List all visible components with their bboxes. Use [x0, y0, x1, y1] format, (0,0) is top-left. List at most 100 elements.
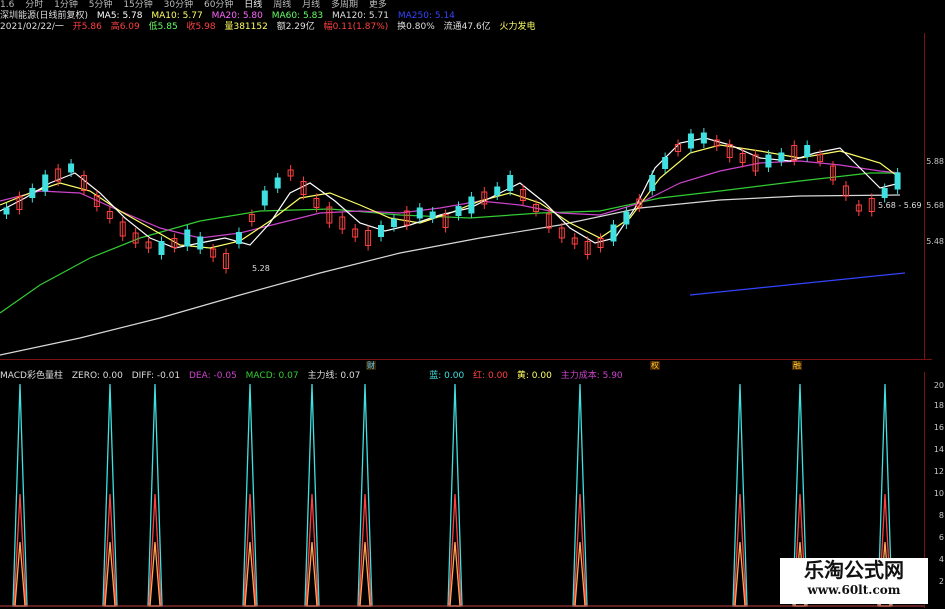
ma5-line	[0, 137, 901, 249]
quote-low: 低5.85	[148, 22, 178, 32]
toolbar-item-15min[interactable]: 15分钟	[123, 0, 152, 10]
candle-body	[274, 177, 281, 189]
lower-tick: 12	[933, 467, 944, 476]
lower-tick: 16	[933, 423, 944, 432]
macd-macd: MACD: 0.07	[245, 371, 299, 381]
quote-sector: 火力发电	[499, 22, 536, 32]
macd-yellow: 黄: 0.00	[516, 371, 552, 381]
toolbar-item-weekly[interactable]: 周线	[273, 0, 291, 10]
quote-turnover: 换0.80%	[397, 22, 435, 32]
toolbar-item-60min[interactable]: 60分钟	[204, 0, 233, 10]
macd-title[interactable]: MACD彩色量柱	[0, 371, 63, 381]
candle-body	[68, 163, 75, 173]
quote-float: 流通47.6亿	[443, 22, 491, 32]
range-price-label: 5.68 - 5.69	[878, 201, 922, 210]
ma250-line	[689, 272, 906, 296]
lower-tick: 20	[933, 381, 944, 390]
candle-body	[804, 145, 811, 157]
candle-body	[158, 241, 165, 255]
candle-body	[700, 132, 707, 144]
watermark-box: 乐淘公式网 www.60lt.com	[780, 558, 928, 604]
lower-tick: 18	[933, 401, 944, 410]
candle-body	[687, 133, 694, 149]
macd-diff: DIFF: -0.01	[131, 371, 181, 381]
ma20-value: MA20: 5.80	[211, 11, 263, 21]
candle-body	[378, 225, 385, 237]
spikes-group	[12, 383, 893, 607]
candle-body	[494, 186, 501, 196]
toolbar-item-daily[interactable]: 日线	[244, 0, 262, 10]
ma250-value: MA250: 5.14	[397, 11, 455, 21]
upper-tick: 5.68	[926, 201, 944, 210]
lower-tick: 14	[933, 445, 944, 454]
lower-tick: 10	[933, 489, 944, 498]
candle-body	[390, 219, 397, 227]
macd-blue: 蓝: 0.00	[429, 371, 465, 381]
low-price-label: 5.28	[252, 264, 270, 273]
quote-high: 高6.09	[110, 22, 140, 32]
watermark-url: www.60lt.com	[807, 583, 901, 597]
quote-open: 开5.86	[72, 22, 102, 32]
candle-body	[3, 207, 10, 215]
toolbar-item-timeshare[interactable]: 分时	[25, 0, 43, 10]
price-info-bar: 深圳能源(日线前复权) MA5: 5.78 MA10: 5.77 MA20: 5…	[0, 11, 461, 22]
toolbar-item-1min[interactable]: 1分钟	[54, 0, 78, 10]
lower-tick: 8	[938, 511, 944, 520]
quote-volume: 量381152	[224, 22, 268, 32]
candle-body	[184, 229, 191, 247]
lower-tick: 6	[938, 533, 944, 542]
candle-body	[623, 211, 630, 225]
candle-body	[261, 190, 268, 206]
candle-body	[778, 152, 785, 162]
quote-amount: 额2.29亿	[276, 22, 315, 32]
lower-tick: 4	[938, 555, 944, 564]
quote-info-bar: 2021/02/22/一 开5.86 高6.09 低5.85 收5.98 量38…	[0, 22, 542, 33]
candle-body	[507, 175, 514, 191]
candle-body	[29, 188, 36, 198]
lower-tick: 2	[938, 577, 944, 586]
upper-tick: 5.48	[926, 237, 944, 246]
quote-close: 收5.98	[186, 22, 216, 32]
candle-body	[765, 154, 772, 168]
period-toolbar: 1.6 分时 1分钟 5分钟 15分钟 30分钟 60分钟 日线 周线 月线 多…	[0, 0, 945, 11]
candles-group	[3, 128, 901, 274]
macd-main-cost: 主力成本: 5.90	[560, 371, 623, 381]
quote-change: 幅0.11(1.87%)	[323, 22, 389, 32]
marker-finance[interactable]: 财	[366, 361, 376, 370]
upper-tick: 5.88	[926, 157, 944, 166]
marker-rights[interactable]: 权	[650, 361, 660, 370]
candle-body	[429, 211, 436, 219]
toolbar-item-zoom[interactable]: 1.6	[0, 0, 14, 10]
ma120-value: MA120: 5.71	[331, 11, 389, 21]
right-price-axis: 5.88 5.68 5.48 20 18 16 14 12 10 8 6 4 2	[924, 33, 945, 608]
candle-body	[416, 207, 423, 219]
candle-body	[197, 236, 204, 250]
macd-info-bar: MACD彩色量柱 ZERO: 0.00 DIFF: -0.01 DEA: -0.…	[0, 371, 924, 382]
toolbar-item-5min[interactable]: 5分钟	[89, 0, 113, 10]
toolbar-item-multi[interactable]: 多周期	[331, 0, 358, 10]
ma10-value: MA10: 5.77	[151, 11, 203, 21]
toolbar-item-more[interactable]: 更多	[369, 0, 387, 10]
macd-main-line: 主力线: 0.07	[307, 371, 361, 381]
stock-name: 深圳能源(日线前复权)	[0, 11, 89, 21]
toolbar-item-30min[interactable]: 30分钟	[164, 0, 193, 10]
macd-dea: DEA: -0.05	[189, 371, 237, 381]
candle-body	[662, 157, 669, 169]
toolbar-item-monthly[interactable]: 月线	[302, 0, 320, 10]
candle-body	[610, 224, 617, 242]
candle-body	[881, 188, 888, 198]
macd-zero: ZERO: 0.00	[71, 371, 123, 381]
marker-margin[interactable]: 融	[792, 361, 802, 370]
candle-body	[894, 172, 901, 190]
macd-red: 红: 0.00	[473, 371, 509, 381]
candle-body	[235, 232, 242, 244]
candle-body	[468, 196, 475, 214]
watermark-title: 乐淘公式网	[804, 558, 904, 582]
kline-chart[interactable]: 5.28 5.68 - 5.69	[0, 33, 932, 360]
ma5-value: MA5: 5.78	[96, 11, 143, 21]
candle-body	[649, 175, 656, 191]
candle-body	[42, 174, 49, 192]
quote-date: 2021/02/22/一	[0, 22, 64, 32]
ma60-value: MA60: 5.83	[271, 11, 324, 21]
candle-body	[455, 206, 462, 216]
